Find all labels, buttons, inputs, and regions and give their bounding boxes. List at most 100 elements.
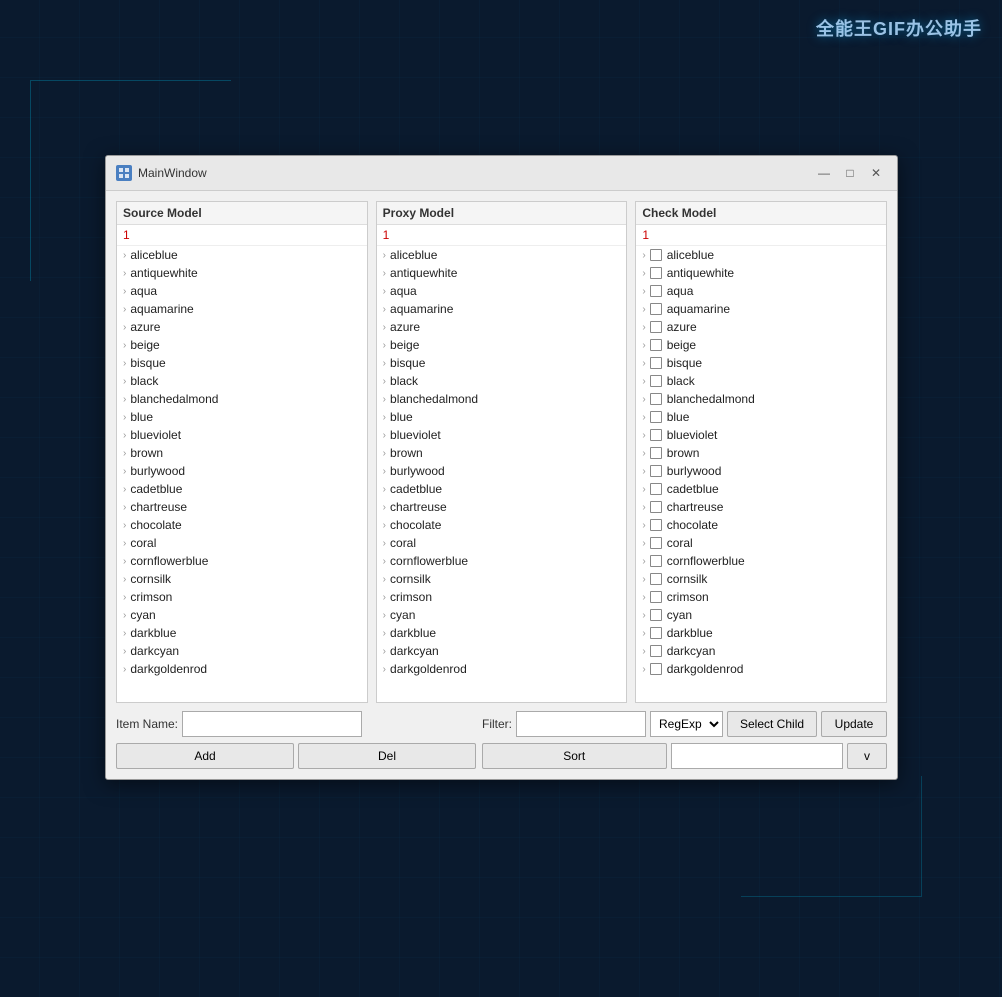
check-model-list[interactable]: ›aliceblue›antiquewhite›aqua›aquamarine›… xyxy=(636,246,886,702)
sort-button[interactable]: Sort xyxy=(482,743,667,769)
list-item[interactable]: ›aquamarine xyxy=(636,300,886,318)
list-item[interactable]: ›blue xyxy=(377,408,627,426)
list-item-checkbox[interactable] xyxy=(650,447,662,459)
list-item[interactable]: ›darkgoldenrod xyxy=(636,660,886,678)
list-item-checkbox[interactable] xyxy=(650,537,662,549)
close-button[interactable]: ✕ xyxy=(865,162,887,184)
list-item[interactable]: ›blueviolet xyxy=(377,426,627,444)
list-item-checkbox[interactable] xyxy=(650,429,662,441)
source-model-list[interactable]: ›aliceblue›antiquewhite›aqua›aquamarine›… xyxy=(117,246,367,702)
list-item[interactable]: ›chartreuse xyxy=(636,498,886,516)
list-item[interactable]: ›cornsilk xyxy=(636,570,886,588)
list-item[interactable]: ›bisque xyxy=(117,354,367,372)
select-child-button[interactable]: Select Child xyxy=(727,711,817,737)
list-item[interactable]: ›antiquewhite xyxy=(377,264,627,282)
list-item[interactable]: ›chartreuse xyxy=(117,498,367,516)
list-item[interactable]: ›blue xyxy=(117,408,367,426)
list-item-checkbox[interactable] xyxy=(650,663,662,675)
list-item[interactable]: ›blue xyxy=(636,408,886,426)
list-item-checkbox[interactable] xyxy=(650,267,662,279)
list-item[interactable]: ›aquamarine xyxy=(377,300,627,318)
list-item-checkbox[interactable] xyxy=(650,627,662,639)
v-button[interactable]: v xyxy=(847,743,887,769)
list-item[interactable]: ›cornsilk xyxy=(117,570,367,588)
list-item[interactable]: ›cadetblue xyxy=(117,480,367,498)
list-item[interactable]: ›coral xyxy=(377,534,627,552)
list-item[interactable]: ›cyan xyxy=(377,606,627,624)
list-item[interactable]: ›darkgoldenrod xyxy=(117,660,367,678)
list-item[interactable]: ›coral xyxy=(117,534,367,552)
list-item-checkbox[interactable] xyxy=(650,249,662,261)
list-item[interactable]: ›chocolate xyxy=(117,516,367,534)
list-item[interactable]: ›darkgoldenrod xyxy=(377,660,627,678)
list-item-checkbox[interactable] xyxy=(650,591,662,603)
list-item-checkbox[interactable] xyxy=(650,465,662,477)
list-item-checkbox[interactable] xyxy=(650,339,662,351)
list-item[interactable]: ›burlywood xyxy=(117,462,367,480)
list-item[interactable]: ›azure xyxy=(377,318,627,336)
list-item[interactable]: ›crimson xyxy=(636,588,886,606)
list-item[interactable]: ›cornflowerblue xyxy=(117,552,367,570)
list-item-checkbox[interactable] xyxy=(650,357,662,369)
list-item[interactable]: ›antiquewhite xyxy=(636,264,886,282)
extra-input[interactable] xyxy=(671,743,844,769)
list-item[interactable]: ›darkcyan xyxy=(117,642,367,660)
list-item[interactable]: ›chartreuse xyxy=(377,498,627,516)
list-item[interactable]: ›blueviolet xyxy=(117,426,367,444)
list-item-checkbox[interactable] xyxy=(650,411,662,423)
maximize-button[interactable]: □ xyxy=(839,162,861,184)
list-item[interactable]: ›beige xyxy=(377,336,627,354)
list-item[interactable]: ›aliceblue xyxy=(377,246,627,264)
list-item[interactable]: ›cadetblue xyxy=(636,480,886,498)
list-item[interactable]: ›cornflowerblue xyxy=(377,552,627,570)
list-item-checkbox[interactable] xyxy=(650,375,662,387)
list-item[interactable]: ›aliceblue xyxy=(117,246,367,264)
list-item[interactable]: ›aquamarine xyxy=(117,300,367,318)
list-item[interactable]: ›chocolate xyxy=(636,516,886,534)
list-item[interactable]: ›aliceblue xyxy=(636,246,886,264)
list-item[interactable]: ›black xyxy=(117,372,367,390)
list-item[interactable]: ›burlywood xyxy=(636,462,886,480)
list-item[interactable]: ›brown xyxy=(636,444,886,462)
regexp-select[interactable]: RegExp xyxy=(650,711,723,737)
list-item-checkbox[interactable] xyxy=(650,483,662,495)
list-item[interactable]: ›antiquewhite xyxy=(117,264,367,282)
list-item-checkbox[interactable] xyxy=(650,573,662,585)
list-item-checkbox[interactable] xyxy=(650,393,662,405)
list-item[interactable]: ›beige xyxy=(636,336,886,354)
list-item[interactable]: ›crimson xyxy=(377,588,627,606)
list-item[interactable]: ›burlywood xyxy=(377,462,627,480)
filter-input[interactable] xyxy=(516,711,646,737)
list-item[interactable]: ›cornflowerblue xyxy=(636,552,886,570)
list-item[interactable]: ›blanchedalmond xyxy=(117,390,367,408)
list-item[interactable]: ›aqua xyxy=(636,282,886,300)
list-item-checkbox[interactable] xyxy=(650,303,662,315)
list-item-checkbox[interactable] xyxy=(650,609,662,621)
list-item[interactable]: ›cyan xyxy=(117,606,367,624)
list-item[interactable]: ›brown xyxy=(377,444,627,462)
list-item[interactable]: ›cornsilk xyxy=(377,570,627,588)
list-item-checkbox[interactable] xyxy=(650,519,662,531)
list-item[interactable]: ›darkblue xyxy=(117,624,367,642)
list-item[interactable]: ›aqua xyxy=(117,282,367,300)
list-item[interactable]: ›coral xyxy=(636,534,886,552)
update-button[interactable]: Update xyxy=(821,711,887,737)
list-item[interactable]: ›cadetblue xyxy=(377,480,627,498)
list-item[interactable]: ›aqua xyxy=(377,282,627,300)
list-item[interactable]: ›chocolate xyxy=(377,516,627,534)
list-item[interactable]: ›blanchedalmond xyxy=(636,390,886,408)
list-item[interactable]: ›bisque xyxy=(636,354,886,372)
list-item-checkbox[interactable] xyxy=(650,501,662,513)
del-button[interactable]: Del xyxy=(298,743,476,769)
list-item[interactable]: ›azure xyxy=(636,318,886,336)
list-item[interactable]: ›blueviolet xyxy=(636,426,886,444)
list-item[interactable]: ›blanchedalmond xyxy=(377,390,627,408)
proxy-model-list[interactable]: ›aliceblue›antiquewhite›aqua›aquamarine›… xyxy=(377,246,627,702)
list-item[interactable]: ›azure xyxy=(117,318,367,336)
list-item[interactable]: ›darkblue xyxy=(636,624,886,642)
list-item-checkbox[interactable] xyxy=(650,555,662,567)
list-item[interactable]: ›bisque xyxy=(377,354,627,372)
list-item[interactable]: ›darkcyan xyxy=(636,642,886,660)
add-button[interactable]: Add xyxy=(116,743,294,769)
list-item[interactable]: ›black xyxy=(636,372,886,390)
